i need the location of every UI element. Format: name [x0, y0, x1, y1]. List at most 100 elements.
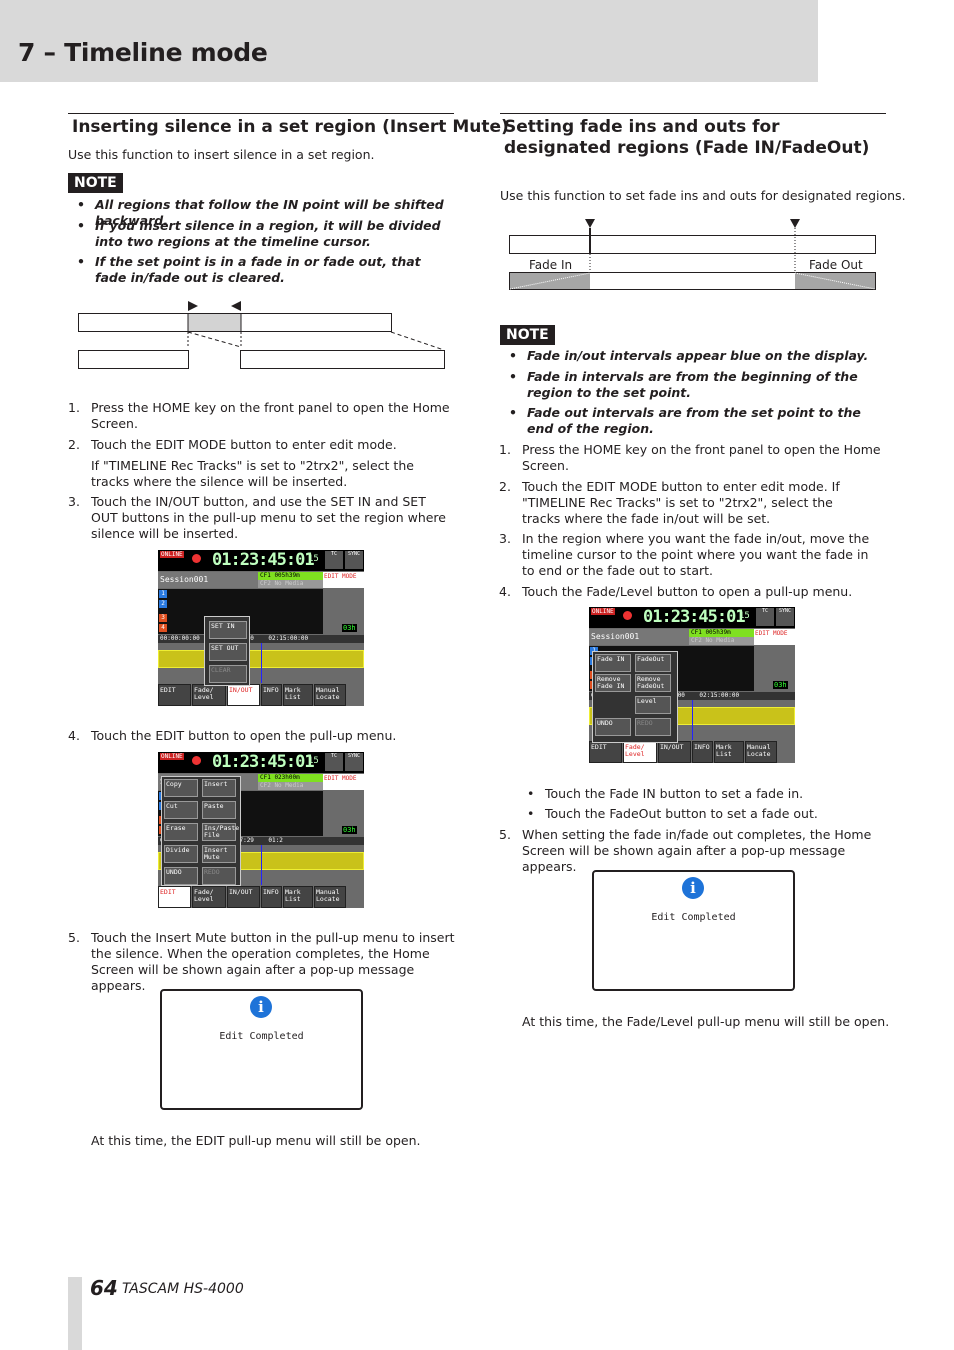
screen-button[interactable]: Manual Locate — [745, 741, 777, 763]
step-1: 1. Press the HOME key on the front panel … — [499, 442, 881, 473]
edit-mode-button[interactable]: EDIT MODE — [323, 774, 364, 790]
menu-button[interactable]: Fade IN — [595, 654, 631, 672]
menu-button[interactable]: Remove Fade IN — [595, 674, 631, 692]
fade-in-label: Fade In — [529, 258, 573, 272]
divider — [500, 113, 886, 114]
edit-mode-button[interactable]: EDIT MODE — [323, 572, 364, 588]
menu-button[interactable]: Copy — [164, 779, 198, 797]
online-label: ONLINE — [160, 551, 184, 558]
note-item: Fade out intervals are from the set poin… — [509, 405, 877, 437]
note-item: Fade in/out intervals appear blue on the… — [509, 348, 882, 364]
step-3: 3. Touch the IN/OUT button, and use the S… — [68, 494, 446, 541]
menu-button[interactable]: REDO — [202, 867, 236, 885]
selected-region — [187, 313, 242, 332]
screen-button[interactable]: Manual Locate — [314, 684, 346, 706]
tc-indicator: TC — [325, 753, 343, 771]
fps-label: 15 — [308, 756, 319, 766]
out-marker-icon — [231, 301, 241, 311]
time-counter: 01:23:45:01 — [643, 607, 746, 627]
screen-button[interactable]: IN/OUT — [227, 886, 260, 908]
zoom-display: 03h — [773, 681, 788, 689]
chapter-header: 7 – Timeline mode — [0, 0, 818, 82]
cf1-status: CF1 005h39m — [689, 629, 754, 637]
menu-button[interactable]: Ins/Paste File — [202, 823, 239, 841]
info-icon: i — [682, 877, 704, 899]
edit-mode-button[interactable]: EDIT MODE — [754, 629, 795, 645]
menu-button[interactable]: Level — [635, 696, 671, 714]
note-label: NOTE — [500, 325, 555, 345]
menu-button[interactable]: UNDO — [164, 867, 198, 885]
sub-bullet: Touch the Fade IN button to set a fade i… — [527, 786, 803, 802]
screen-button[interactable]: INFO — [261, 684, 282, 706]
menu-button[interactable]: Erase — [164, 823, 198, 841]
menu-button[interactable]: FadeOut — [635, 654, 671, 672]
screen-button[interactable]: INFO — [692, 741, 713, 763]
region-after-right — [240, 350, 445, 369]
step-1: 1. Press the HOME key on the front panel … — [68, 400, 450, 431]
pullup-menu: Fade IN FadeOut Remove Fade IN Remove FadeO… — [592, 651, 678, 743]
menu-button[interactable]: Divide — [164, 845, 198, 863]
menu-button[interactable]: Insert Mute — [202, 845, 236, 863]
device-screen-inout-menu: ONLINE 01:23:45:01 15 TC SYNC Session001 CF1 0… — [158, 550, 364, 706]
screen-button[interactable]: Mark List — [714, 741, 744, 763]
cf2-status: CF2 No Media — [258, 782, 323, 790]
fade-diagram — [509, 219, 876, 290]
screen-button[interactable]: Manual Locate — [314, 886, 346, 908]
menu-button[interactable]: Cut — [164, 801, 198, 819]
screen-button[interactable]: INFO — [261, 886, 282, 908]
sub-bullet: Touch the FadeOut button to set a fade o… — [527, 806, 818, 822]
screen-button[interactable]: EDIT — [158, 886, 191, 908]
menu-button[interactable]: Remove FadeOut — [635, 674, 671, 692]
zoom-display: 03h — [342, 826, 357, 834]
dialog-message: Edit Completed — [651, 912, 736, 923]
menu-button[interactable]: UNDO — [595, 718, 631, 736]
time-counter: 01:23:45:01 — [212, 752, 315, 772]
online-label: ONLINE — [160, 753, 184, 760]
device-screen-edit-menu: ONLINE01:23:45:0115TCSYNCSession001CF1 0… — [158, 752, 364, 908]
screen-button[interactable]: IN/OUT — [227, 684, 260, 706]
fade-out-label: Fade Out — [809, 258, 863, 272]
screen-button[interactable]: EDIT — [589, 741, 622, 763]
step-5: 5. When setting the fade in/fade out comp… — [499, 827, 872, 874]
menu-button[interactable]: CLEAR — [209, 665, 247, 683]
timecode-row: 00:00:00:00 01:30:00:00 02:15:00:00 — [158, 635, 364, 643]
cf1-status: CF1 023h00m — [258, 774, 323, 782]
pullup-menu: SET IN SET OUT CLEAR — [204, 616, 250, 686]
screen-button[interactable]: Fade/ Level — [623, 741, 657, 763]
screen-button[interactable]: Fade/ Level — [192, 684, 226, 706]
step-3: 3. In the region where you want the fade … — [499, 531, 870, 578]
section-heading: Inserting silence in a set region (Inser… — [72, 117, 509, 137]
timeline-cursor — [692, 700, 693, 740]
note-item: If you insert silence in a region, it wi… — [77, 218, 445, 250]
tc-indicator: TC — [756, 608, 774, 626]
screen-button[interactable]: EDIT — [158, 684, 191, 706]
timeline-cursor — [261, 845, 262, 885]
menu-button[interactable]: SET IN — [209, 621, 247, 639]
step-5: 5. Touch the Insert Mute button in the pu… — [68, 930, 455, 993]
screen-button[interactable]: IN/OUT — [658, 741, 691, 763]
menu-button[interactable]: Insert — [202, 779, 236, 797]
menu-button[interactable]: Paste — [202, 801, 236, 819]
step-2: 2. Touch the EDIT MODE button to enter ed… — [68, 437, 397, 452]
out-marker-icon — [790, 219, 800, 228]
chapter-title: 7 – Timeline mode — [18, 38, 268, 67]
session-selector[interactable]: Session001 — [589, 629, 689, 645]
screen-button[interactable]: Fade/ Level — [192, 886, 226, 908]
edit-completed-dialog: i Edit Completed — [160, 989, 363, 1110]
cf1-status: CF1 005h39m — [258, 572, 323, 580]
menu-button[interactable]: REDO — [635, 718, 671, 736]
device-screen-fade-level-menu: ONLINE 01:23:45:01 15 TC SYNC Session001 CF1 0… — [589, 607, 795, 763]
sync-indicator: SYNC — [776, 608, 794, 626]
screen-button[interactable]: Mark List — [283, 886, 313, 908]
fps-label: 15 — [308, 554, 319, 564]
zoom-display: 03h — [342, 624, 357, 632]
session-selector[interactable]: Session001 — [158, 572, 258, 588]
menu-button[interactable]: SET OUT — [209, 643, 247, 661]
screen-button[interactable]: Mark List — [283, 684, 313, 706]
closing-text: At this time, the EDIT pull-up menu will… — [91, 1133, 421, 1148]
step-2: 2. Touch the EDIT MODE button to enter ed… — [499, 479, 840, 526]
sync-indicator: SYNC — [345, 551, 363, 569]
time-counter: 01:23:45:01 — [212, 550, 315, 570]
pullup-menu: Copy Insert Cut Paste Erase Ins/Paste File Div… — [161, 776, 241, 886]
page-number: 64 — [90, 1276, 118, 1300]
